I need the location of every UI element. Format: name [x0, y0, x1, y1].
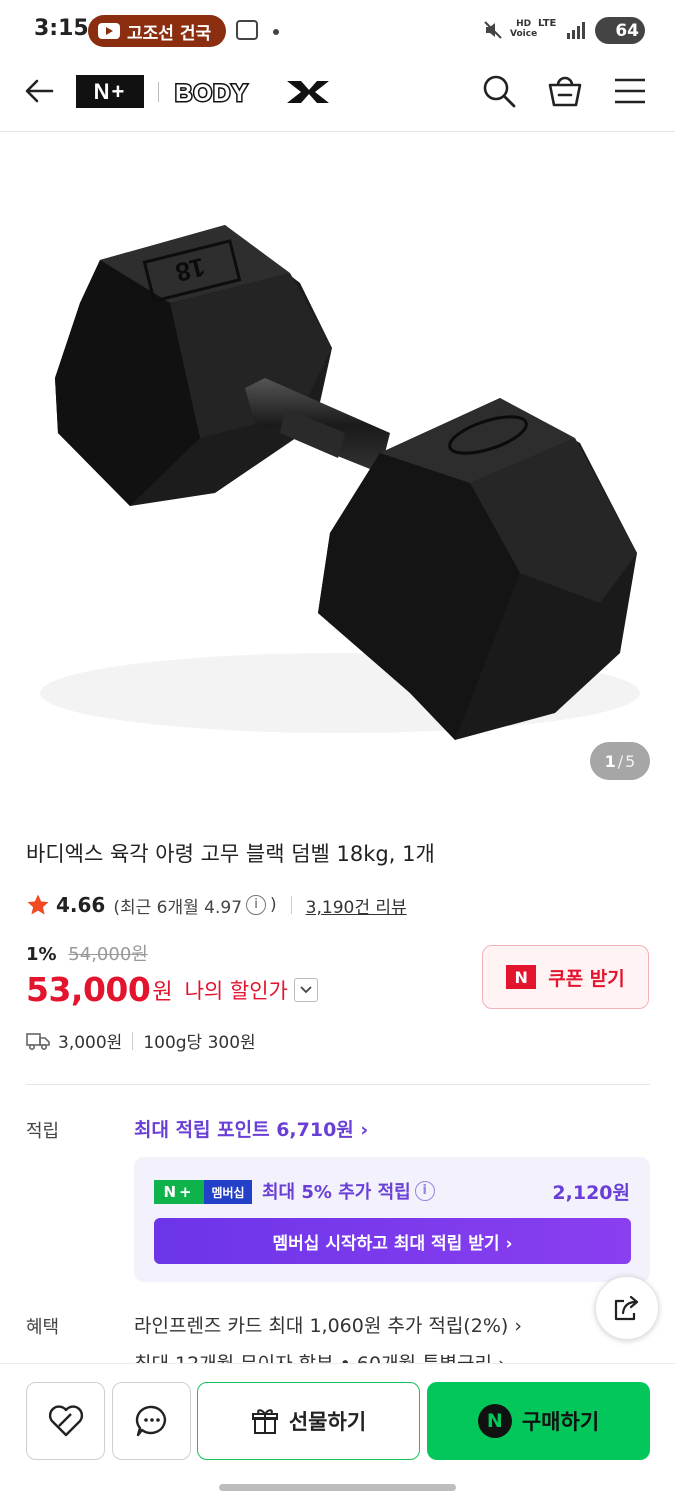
- bodyx-logo[interactable]: BODY: [175, 79, 331, 105]
- rating-divider: [290, 896, 292, 914]
- product-title: 바디엑스 육각 아령 고무 블랙 덤벨 18kg, 1개: [26, 842, 435, 866]
- recent-rating: (최근 6개월 4.97: [113, 897, 243, 918]
- svg-text:BODY: BODY: [175, 80, 248, 105]
- product-image-gallery[interactable]: 18 1 / 5: [0, 133, 675, 805]
- original-price: 54,000원: [68, 944, 148, 965]
- notification-dot-icon: [273, 29, 279, 35]
- battery-level: 64: [615, 20, 639, 41]
- heart-icon: [48, 1405, 83, 1437]
- lte-icon: LTE: [538, 18, 557, 29]
- bottom-action-bar: 선물하기 N 구매하기: [0, 1363, 675, 1500]
- gift-icon: [251, 1409, 278, 1434]
- max-points-link[interactable]: 최대 적립 포인트 6,710원 ›: [134, 1115, 368, 1142]
- discount-percent: 1%: [26, 944, 57, 965]
- rating-row: 4.66 (최근 6개월 4.97 i ) 3,190건 리뷰: [26, 890, 407, 920]
- coupon-button[interactable]: N 쿠폰 받기: [482, 945, 649, 1009]
- shipping-fee: 3,000원: [58, 1033, 123, 1053]
- sale-price: 53,000: [26, 970, 151, 1009]
- info-icon[interactable]: i: [414, 1181, 435, 1201]
- rating-score: 4.66: [56, 893, 106, 917]
- dumbbell-image: 18: [40, 225, 640, 740]
- truck-icon: [26, 1032, 50, 1050]
- naver-plus-membership-badge: N+ 멤버십: [154, 1180, 252, 1204]
- gift-button-label: 선물하기: [288, 1410, 367, 1434]
- gift-button[interactable]: 선물하기: [197, 1382, 420, 1460]
- youtube-icon: [98, 23, 120, 39]
- share-icon: [614, 1295, 639, 1321]
- logo-divider: [158, 82, 159, 102]
- naver-plus-badge-text: N+: [154, 1180, 204, 1204]
- search-icon[interactable]: [480, 72, 518, 110]
- section-divider: [26, 1084, 650, 1085]
- gallery-page-separator: /: [617, 751, 624, 771]
- benefits-label: 혜택: [26, 1317, 60, 1338]
- my-discount-price-label[interactable]: 나의 할인가: [185, 975, 288, 1005]
- chevron-down-icon[interactable]: [293, 977, 318, 1002]
- back-arrow-icon[interactable]: [22, 76, 58, 106]
- signal-icon: [567, 22, 585, 39]
- shipping-row: 3,000원 100g당 300원: [26, 1028, 256, 1053]
- buy-button[interactable]: N 구매하기: [427, 1382, 650, 1460]
- discount-row: 1% 54,000원: [26, 940, 148, 966]
- status-time: 3:15: [34, 16, 89, 41]
- review-count-link[interactable]: 3,190건 리뷰: [306, 893, 407, 918]
- media-notification-pill[interactable]: 고조선 건국: [88, 15, 226, 47]
- gallery-total-pages: 5: [625, 751, 636, 771]
- top-nav-bar: N+ BODY: [0, 62, 675, 132]
- membership-start-button[interactable]: 멤버십 시작하고 최대 적립 받기 ›: [154, 1218, 631, 1264]
- card-benefit-link[interactable]: 라인프렌즈 카드 최대 1,060원 추가 적립(2%) ›: [134, 1311, 522, 1338]
- points-label: 적립: [26, 1121, 60, 1142]
- cart-icon[interactable]: [546, 72, 584, 110]
- coupon-button-label: 쿠폰 받기: [548, 967, 625, 990]
- hd-voice-icon: HD Voice: [510, 19, 538, 39]
- share-button[interactable]: [595, 1276, 659, 1340]
- membership-extra-points-text: 최대 5% 추가 적립: [262, 1182, 411, 1203]
- screenshot-icon: [236, 20, 258, 40]
- info-icon[interactable]: i: [246, 895, 267, 915]
- membership-points-amount: 2,120원: [552, 1182, 630, 1204]
- membership-extra-points: 최대 5% 추가 적립 i: [262, 1178, 439, 1204]
- membership-box: N+ 멤버십 최대 5% 추가 적립 i 2,120원 멤버십 시작하고 최대 …: [134, 1157, 650, 1282]
- naver-n-icon: N: [506, 965, 537, 989]
- installment-benefit-link[interactable]: 최대 12개월 무이자 할부 • 60개월 특별금리 ›: [134, 1349, 506, 1363]
- recent-rating-close: ): [270, 895, 277, 915]
- notification-text: 고조선 건국: [127, 23, 212, 44]
- price-row: 53,000 원 나의 할인가: [26, 970, 318, 1009]
- naver-plus-logo[interactable]: N+: [76, 75, 144, 108]
- buy-button-label: 구매하기: [521, 1410, 600, 1434]
- shipping-divider: [132, 1031, 134, 1050]
- gallery-current-page: 1: [604, 751, 616, 771]
- menu-icon[interactable]: [611, 72, 649, 110]
- currency-unit: 원: [152, 979, 173, 1005]
- naver-pay-icon: N: [477, 1404, 512, 1438]
- wishlist-button[interactable]: [26, 1382, 105, 1460]
- membership-badge-text: 멤버십: [204, 1180, 252, 1204]
- battery-icon: 64: [595, 17, 645, 44]
- star-icon: [27, 894, 49, 915]
- status-bar: 3:15 고조선 건국 HD Voice LTE 64: [0, 0, 675, 62]
- talk-button[interactable]: [112, 1382, 191, 1460]
- unit-price: 100g당 300원: [143, 1033, 256, 1053]
- chat-icon: [135, 1405, 166, 1437]
- gallery-page-indicator: 1 / 5: [590, 742, 650, 780]
- mute-icon: [484, 21, 502, 39]
- home-indicator[interactable]: [219, 1484, 456, 1491]
